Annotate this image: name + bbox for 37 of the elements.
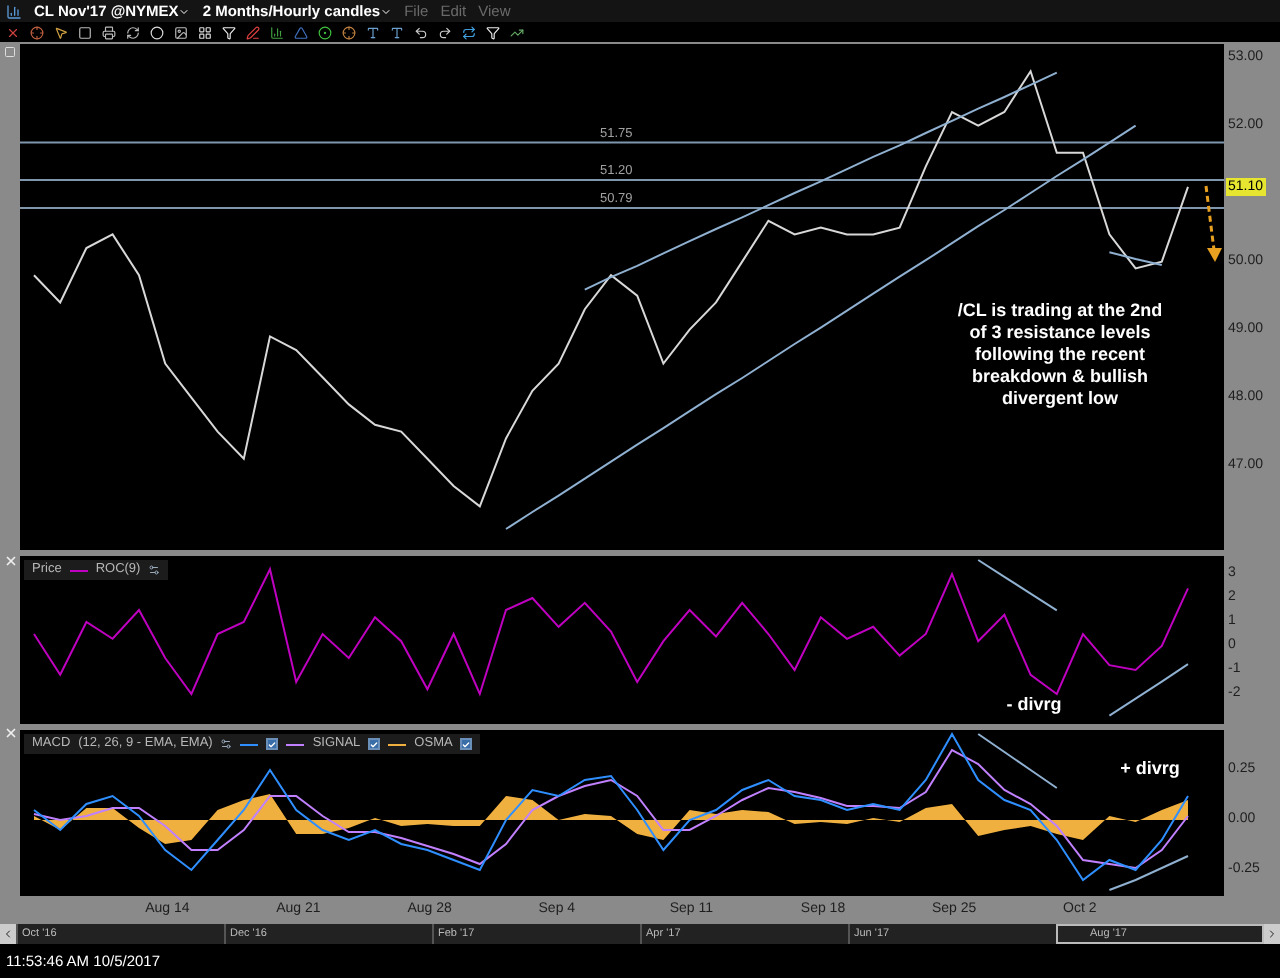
pointer-icon[interactable] (54, 25, 68, 39)
collapse-icon[interactable] (4, 46, 16, 58)
target-icon[interactable] (342, 25, 356, 39)
bar-chart-icon[interactable] (270, 25, 284, 39)
grid-icon[interactable] (198, 25, 212, 39)
caret-icon (380, 5, 393, 17)
square-icon[interactable] (78, 25, 92, 39)
crosshair-icon[interactable] (30, 25, 44, 39)
refresh-icon[interactable] (126, 25, 140, 39)
scroll-right-button[interactable] (1264, 924, 1280, 944)
filter-icon[interactable] (222, 25, 236, 39)
dot-icon[interactable] (318, 25, 332, 39)
circle-icon[interactable] (150, 25, 164, 39)
chart-note: /CL is trading at the 2nd of 3 resistance levels following the recent breakdown & bullish divergent low (956, 300, 1164, 410)
printer-icon[interactable] (102, 25, 116, 39)
chart-note: + divrg (1118, 758, 1182, 780)
chart-icon (6, 3, 22, 19)
close-icon[interactable] (6, 25, 20, 39)
checkbox[interactable] (368, 738, 381, 750)
image-icon[interactable] (174, 25, 188, 39)
scroll-left-button[interactable] (0, 924, 16, 944)
checkbox[interactable] (266, 738, 279, 750)
pen-icon[interactable] (246, 25, 260, 39)
trend-icon[interactable] (510, 25, 524, 39)
funnel-icon[interactable] (486, 25, 500, 39)
text-icon[interactable] (366, 25, 380, 39)
chart-note: - divrg (1004, 694, 1064, 716)
settings-icon[interactable] (148, 564, 161, 576)
settings-icon[interactable] (220, 738, 233, 750)
caret-icon (178, 5, 191, 17)
text-box-icon[interactable] (390, 25, 404, 39)
triangle-icon[interactable] (294, 25, 308, 39)
undo-icon[interactable] (414, 25, 428, 39)
checkbox[interactable] (460, 738, 473, 750)
dashed-arrow (1204, 185, 1222, 262)
redo-icon[interactable] (438, 25, 452, 39)
repeat-icon[interactable] (462, 25, 476, 39)
